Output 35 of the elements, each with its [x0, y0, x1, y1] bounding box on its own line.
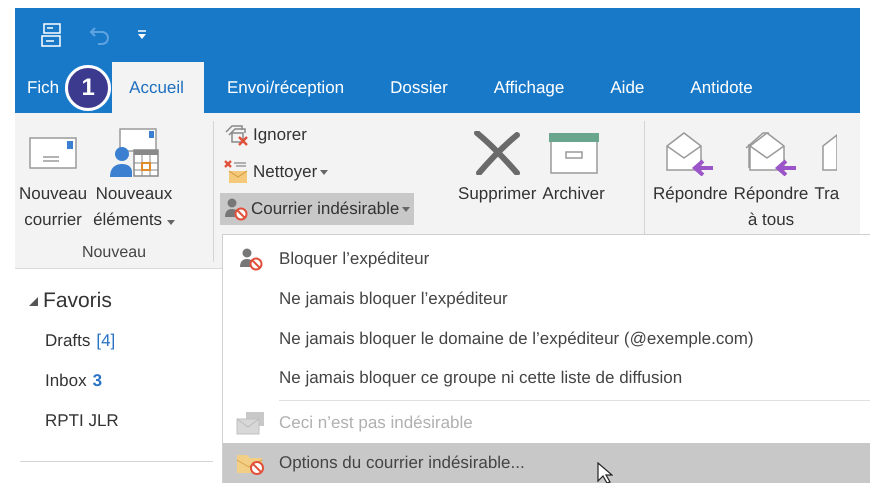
ribbon-tab[interactable]: Envoi/réception	[204, 62, 368, 113]
mouse-cursor-icon	[597, 462, 613, 483]
reply-icon	[665, 130, 716, 176]
ignore-conversation-icon	[224, 124, 250, 146]
ribbon-tab[interactable]: Fich	[15, 62, 60, 113]
junk-mail-icon	[224, 197, 248, 221]
step-badge: 1	[65, 64, 112, 110]
ribbon-button[interactable]: Nouveaux éléments	[91, 121, 177, 244]
ribbon-tab[interactable]: Antidote	[667, 62, 776, 113]
blocked-person-icon	[239, 246, 263, 271]
menu-item[interactable]: Ne jamais bloquer l’expéditeur	[223, 278, 870, 319]
menu-item[interactable]: Ne jamais bloquer le domaine de l’expéditeur (@exemple.com)	[223, 318, 870, 358]
ribbon-tab[interactable]: Accueil	[112, 62, 204, 113]
ribbon-button[interactable]: Ignorer	[220, 119, 311, 151]
menu-item[interactable]: Options du courrier indésirable...	[223, 443, 870, 483]
folder-item[interactable]: Inbox 3	[15, 361, 213, 401]
menu-item[interactable]: Ne jamais bloquer ce groupe ni cette liste de diffusion	[223, 358, 870, 398]
customize-caret-icon[interactable]	[137, 30, 147, 40]
envelopes-icon	[236, 411, 266, 436]
ribbon-tab[interactable]: Dossier	[367, 62, 471, 113]
ribbon-button[interactable]: Nettoyer	[220, 156, 332, 188]
reply-all-icon	[744, 130, 798, 176]
archive-box-icon	[548, 132, 600, 174]
delete-x-icon	[473, 131, 522, 175]
ribbon-tab[interactable]: Affichage	[470, 62, 588, 113]
favorites-header[interactable]: Favoris	[15, 281, 213, 321]
group-label: Nouveau	[80, 244, 148, 262]
folder-item[interactable]: RPTI JLR	[15, 401, 213, 441]
clean-up-icon	[224, 160, 250, 184]
ribbon-tab[interactable]: Aide	[587, 62, 668, 113]
folder-item[interactable]: Drafts [4]	[15, 321, 213, 361]
contact-calendar-icon	[108, 128, 160, 178]
expand-triangle-icon	[29, 296, 38, 306]
ribbon-button[interactable]: Courrier indésirable	[220, 193, 414, 225]
ribbon-button[interactable]: Nouveau courrier	[17, 121, 90, 244]
